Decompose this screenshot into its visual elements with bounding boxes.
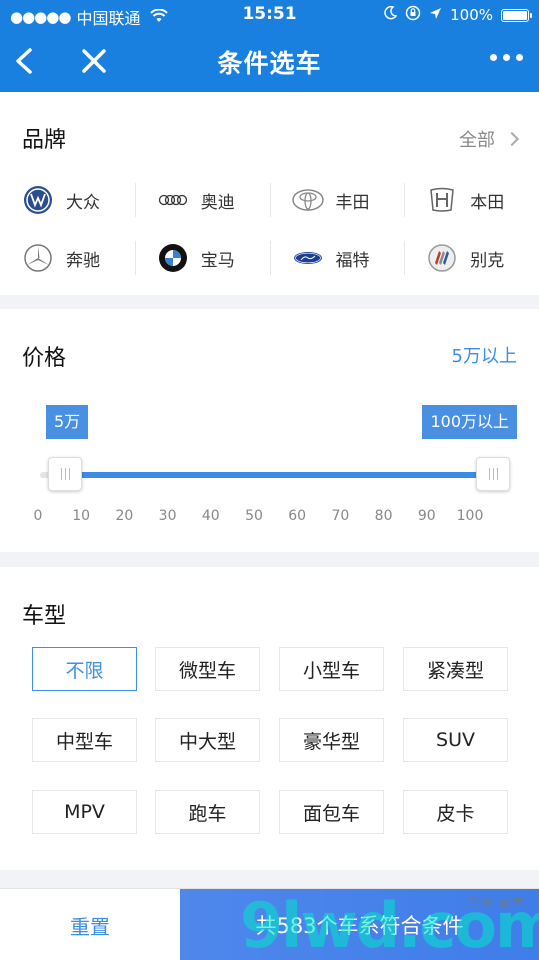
brand-row-2: 奔驰 宝马 福特 别克	[0, 239, 539, 277]
car-type-section: 车型 不限 微型车 小型车 紧凑型中型车 中大型 豪华型 SUV MPV 跑车 面包车 皮卡	[0, 567, 539, 870]
price-tick-label: 10	[72, 508, 91, 524]
location-arrow-icon	[429, 6, 442, 24]
brand-item-buick[interactable]: 别克	[404, 239, 539, 277]
car-type-option[interactable]: 小型车	[279, 647, 384, 691]
price-range-value: 5万以上	[451, 346, 517, 367]
battery-icon	[501, 8, 532, 22]
bottom-bar: 重置 共583个车系符合条件	[0, 888, 539, 960]
moon-icon	[383, 5, 398, 24]
mercedes-logo-icon	[22, 242, 54, 274]
price-tick-label: 20	[115, 508, 134, 524]
toyota-logo-icon	[291, 184, 324, 216]
price-tick-label: 100	[456, 508, 484, 524]
brand-name: 宝马	[200, 250, 235, 271]
price-tick-label: 30	[158, 508, 177, 524]
brand-name: 别克	[470, 250, 505, 271]
car-type-option[interactable]: 不限	[32, 647, 137, 691]
brand-row-1: 大众 奥迪 丰田 本田	[0, 181, 539, 219]
brand-item-toyota[interactable]: 丰田	[269, 181, 405, 219]
buick-logo-icon	[426, 242, 458, 274]
reset-button[interactable]: 重置	[0, 889, 180, 960]
brand-item-bmw[interactable]: 宝马	[134, 239, 270, 277]
brand-item-volkswagen[interactable]: 大众	[0, 181, 135, 219]
battery-percent: 100%	[450, 6, 493, 24]
audi-logo-icon	[157, 184, 189, 216]
brand-item-mercedes[interactable]: 奔驰	[0, 239, 135, 277]
price-tick-label: 40	[201, 508, 220, 524]
brand-title: 品牌	[22, 128, 67, 153]
ford-logo-icon	[292, 242, 324, 274]
brand-all-label: 全部	[459, 130, 495, 151]
car-type-option[interactable]: SUV	[403, 718, 508, 762]
car-type-option[interactable]: 紧凑型	[403, 647, 508, 691]
price-tick-label: 70	[331, 508, 350, 524]
car-type-option[interactable]: 皮卡	[403, 790, 508, 834]
nav-bar: 条件选车	[0, 30, 539, 92]
price-slider-max-handle[interactable]	[476, 457, 510, 491]
price-min-tag: 5万	[46, 405, 89, 439]
brand-item-audi[interactable]: 奥迪	[134, 181, 270, 219]
car-type-option[interactable]: MPV	[32, 790, 137, 834]
brand-name: 丰田	[335, 192, 370, 213]
price-max-tag: 100万以上	[422, 405, 517, 439]
chevron-right-icon	[504, 131, 520, 147]
more-dots-icon[interactable]	[490, 54, 523, 61]
car-type-option[interactable]: 微型车	[155, 647, 260, 691]
car-type-option[interactable]: 中型车	[32, 718, 137, 762]
price-slider-track[interactable]	[62, 472, 494, 478]
brand-all-link[interactable]: 全部	[459, 126, 520, 152]
orientation-lock-icon	[405, 5, 421, 25]
honda-logo-icon	[426, 184, 458, 216]
price-tick-label: 60	[288, 508, 307, 524]
car-type-title: 车型	[22, 604, 67, 629]
bmw-logo-icon	[157, 242, 189, 274]
price-tick-label: 50	[245, 508, 263, 524]
page-title: 条件选车	[217, 49, 322, 78]
price-section: 价格 5万以上 5万 100万以上 0 10 20 30 40 50 60 70 80 90 100	[0, 309, 539, 552]
brand-name: 本田	[470, 192, 505, 213]
price-slider-min-handle[interactable]	[48, 457, 82, 491]
top-bar: ●●●●● 中国联通 15:51 100% 条件选车	[0, 0, 539, 92]
price-tick-label: 80	[374, 508, 393, 524]
status-right: 100%	[383, 5, 532, 25]
brand-name: 奥迪	[200, 192, 235, 213]
car-type-option[interactable]: 中大型	[155, 718, 260, 762]
status-bar: ●●●●● 中国联通 15:51 100%	[0, 0, 539, 30]
brand-section: 品牌 全部 大众 奥迪 丰田 本田 奔驰 宝马 福特 别克	[0, 92, 539, 295]
volkswagen-logo-icon	[22, 184, 54, 216]
car-type-option[interactable]: 豪华型	[279, 718, 384, 762]
brand-name: 福特	[335, 250, 370, 271]
brand-name: 奔驰	[66, 250, 100, 271]
brand-item-honda[interactable]: 本田	[404, 181, 539, 219]
brand-name: 大众	[66, 192, 100, 213]
car-type-option[interactable]: 面包车	[279, 790, 384, 834]
price-tick-label: 90	[417, 508, 436, 524]
submit-button[interactable]: 共583个车系符合条件	[180, 889, 539, 960]
price-title: 价格	[22, 346, 67, 371]
car-type-option[interactable]: 跑车	[155, 790, 260, 834]
price-tick-label: 0	[33, 508, 43, 524]
brand-item-ford[interactable]: 福特	[269, 239, 405, 277]
